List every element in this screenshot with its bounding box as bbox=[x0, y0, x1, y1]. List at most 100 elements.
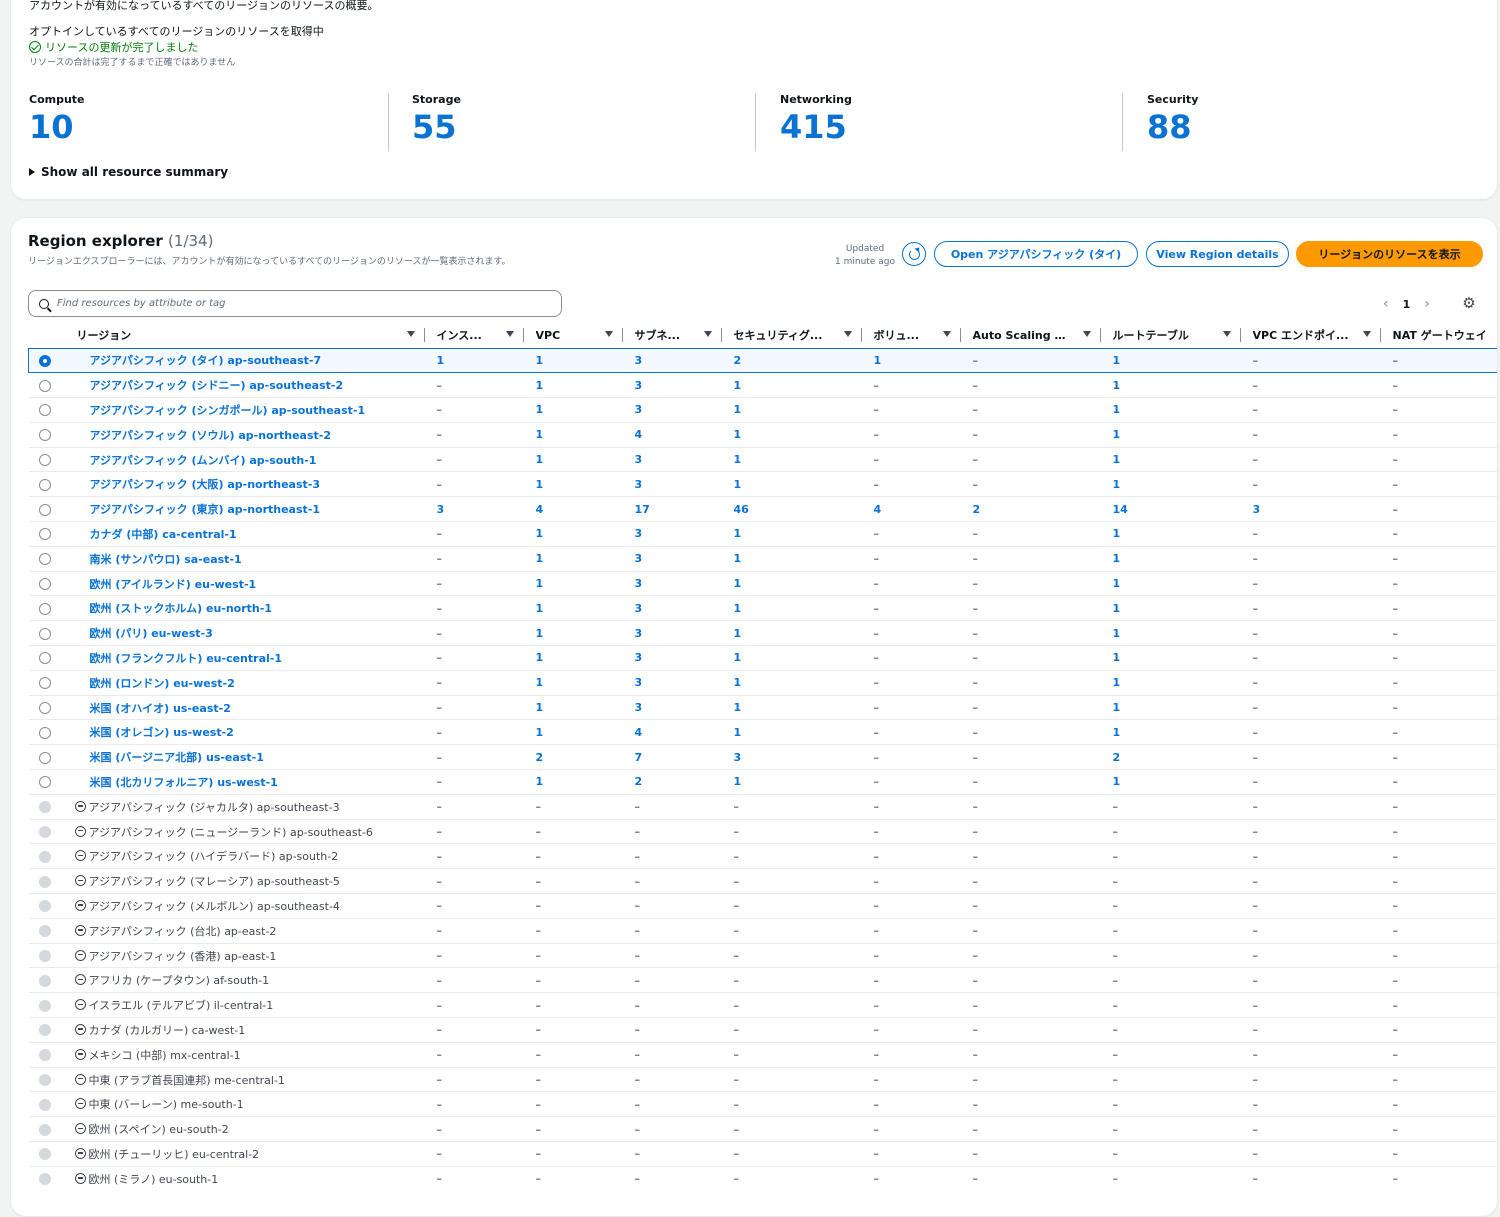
table-row[interactable]: アフリカ (ケープタウン) af-south-1– – – – – – – – – bbox=[28, 967, 1497, 993]
sort-caret-icon[interactable] bbox=[604, 331, 613, 337]
region-name[interactable]: 米国 (北カリフォルニア) us-west-1 bbox=[90, 776, 278, 789]
table-row[interactable]: 欧州 (アイルランド) eu-west-1–1 3 1– –1– – bbox=[28, 570, 1497, 596]
resource-count-cell[interactable]: 17 bbox=[622, 496, 722, 522]
row-radio[interactable] bbox=[38, 503, 51, 516]
search-input[interactable] bbox=[57, 298, 537, 309]
resource-count-cell[interactable]: 1 bbox=[1100, 769, 1241, 795]
table-row[interactable]: アジアパシフィック (ソウル) ap-northeast-2–1 4 1– –1– – bbox=[28, 421, 1497, 448]
table-row[interactable]: 米国 (オレゴン) us-west-2–1 4 1– –1– – bbox=[28, 719, 1497, 745]
resource-count-cell[interactable]: 1 bbox=[1100, 570, 1241, 596]
resource-count-cell[interactable]: 1 bbox=[1100, 446, 1241, 472]
refresh-button[interactable] bbox=[902, 242, 926, 266]
sort-caret-icon[interactable] bbox=[1362, 331, 1371, 337]
region-name[interactable]: 米国 (オハイオ) us-east-2 bbox=[90, 702, 231, 715]
region-name[interactable]: アジアパシフィック (ムンバイ) ap-south-1 bbox=[90, 454, 317, 467]
table-row[interactable]: アジアパシフィック (ニュージーランド) ap-southeast-6– – – – –… bbox=[28, 818, 1497, 844]
sort-caret-icon[interactable] bbox=[1222, 331, 1231, 337]
table-row[interactable]: 欧州 (フランクフルト) eu-central-1–1 3 1– –1– – bbox=[28, 645, 1497, 671]
resource-count-cell[interactable]: 1 bbox=[721, 421, 862, 448]
resource-count-cell[interactable]: 4 bbox=[523, 496, 623, 522]
region-cell[interactable]: 南米 (サンパウロ) sa-east-1 bbox=[60, 545, 425, 572]
table-row[interactable]: 米国 (バージニア北部) us-east-1–2 7 3– –2– – bbox=[28, 744, 1497, 770]
resource-count-cell[interactable]: 1 bbox=[1100, 397, 1241, 423]
table-row[interactable]: 中東 (アラブ首長国連邦) me-central-1– – – – – – – – – bbox=[28, 1066, 1497, 1092]
table-row[interactable]: 欧州 (ストックホルム) eu-north-1–1 3 1– –1– – bbox=[28, 595, 1497, 621]
region-name[interactable]: アジアパシフィック (東京) ap-northeast-1 bbox=[90, 503, 321, 516]
region-cell[interactable]: アジアパシフィック (ソウル) ap-northeast-2 bbox=[60, 421, 425, 448]
resource-count-cell[interactable]: 2 bbox=[960, 496, 1101, 522]
region-cell[interactable]: 欧州 (パリ) eu-west-3 bbox=[60, 620, 425, 646]
row-radio[interactable] bbox=[38, 578, 51, 591]
region-cell[interactable]: 米国 (バージニア北部) us-east-1 bbox=[60, 744, 425, 770]
row-radio[interactable] bbox=[38, 776, 51, 789]
table-row[interactable]: 米国 (オハイオ) us-east-2–1 3 1– –1– – bbox=[28, 694, 1497, 720]
region-name[interactable]: 欧州 (ストックホルム) eu-north-1 bbox=[90, 602, 272, 615]
region-cell[interactable]: 欧州 (フランクフルト) eu-central-1 bbox=[60, 645, 425, 671]
table-row[interactable]: アジアパシフィック (タイ) ap-southeast-7 1 1 3 2 1–1– – bbox=[28, 347, 1497, 374]
row-radio[interactable] bbox=[38, 602, 51, 615]
region-cell[interactable]: 米国 (北カリフォルニア) us-west-1 bbox=[60, 769, 425, 795]
resource-count-cell[interactable]: 1 bbox=[523, 669, 623, 696]
row-radio[interactable] bbox=[38, 627, 51, 640]
resource-count-cell[interactable]: 3 bbox=[622, 669, 722, 696]
resource-count-cell[interactable]: 1 bbox=[861, 347, 961, 374]
resource-count-cell[interactable]: 3 bbox=[622, 694, 722, 720]
column-header[interactable]: リージョン bbox=[61, 322, 425, 348]
resource-count-cell[interactable]: 1 bbox=[1100, 645, 1241, 671]
resource-count-cell[interactable]: 1 bbox=[523, 719, 623, 745]
resource-count-cell[interactable]: 3 bbox=[424, 496, 524, 522]
region-cell[interactable]: アジアパシフィック (大阪) ap-northeast-3 bbox=[60, 471, 425, 497]
region-cell[interactable]: 欧州 (ストックホルム) eu-north-1 bbox=[60, 595, 425, 621]
resource-count-cell[interactable]: 1 bbox=[721, 446, 862, 472]
resource-count-cell[interactable]: 1 bbox=[1100, 347, 1241, 374]
resource-count-cell[interactable]: 3 bbox=[622, 347, 722, 374]
resource-count-cell[interactable]: 1 bbox=[721, 570, 862, 596]
resource-count-cell[interactable]: 3 bbox=[622, 620, 722, 646]
resource-count-cell[interactable]: 1 bbox=[1100, 545, 1241, 572]
resource-count-cell[interactable]: 7 bbox=[622, 744, 722, 770]
page-number[interactable]: 1 bbox=[1403, 298, 1411, 311]
region-cell[interactable]: アジアパシフィック (ムンバイ) ap-south-1 bbox=[60, 446, 425, 472]
resource-count-cell[interactable]: 1 bbox=[523, 347, 623, 374]
resource-count-cell[interactable]: 1 bbox=[523, 545, 623, 572]
region-name[interactable]: アジアパシフィック (タイ) ap-southeast-7 bbox=[90, 354, 322, 367]
region-name[interactable]: 米国 (バージニア北部) us-east-1 bbox=[90, 751, 264, 764]
table-row[interactable]: 中東 (バーレーン) me-south-1– – – – – – – – – bbox=[28, 1091, 1497, 1117]
table-row[interactable]: 欧州 (ミラノ) eu-south-1– – – – – – – – – bbox=[28, 1165, 1497, 1192]
resource-count-cell[interactable]: 3 bbox=[622, 570, 722, 596]
resource-count-cell[interactable]: 4 bbox=[861, 496, 961, 522]
table-row[interactable]: イスラエル (テルアビブ) il-central-1– – – – – – – – – bbox=[28, 992, 1497, 1018]
column-header[interactable]: サブネ... bbox=[623, 322, 722, 348]
column-header[interactable]: セキュリティグ... bbox=[722, 322, 862, 348]
region-cell[interactable]: アジアパシフィック (東京) ap-northeast-1 bbox=[60, 496, 425, 522]
resource-count-cell[interactable]: 1 bbox=[1100, 372, 1241, 398]
resource-count-cell[interactable]: 1 bbox=[523, 521, 623, 547]
table-row[interactable]: アジアパシフィック (大阪) ap-northeast-3–1 3 1– –1– – bbox=[28, 471, 1497, 497]
table-row[interactable]: アジアパシフィック (ジャカルタ) ap-southeast-3– – – – – – – –… bbox=[28, 793, 1497, 820]
resource-count-cell[interactable]: 1 bbox=[523, 694, 623, 720]
sort-caret-icon[interactable] bbox=[505, 331, 514, 337]
region-name[interactable]: アジアパシフィック (シンガポール) ap-southeast-1 bbox=[90, 404, 366, 417]
resource-count-cell[interactable]: 1 bbox=[721, 719, 862, 745]
metric-value[interactable]: 88 bbox=[1147, 108, 1198, 146]
gear-icon[interactable]: ⚙ bbox=[1461, 294, 1477, 312]
table-row[interactable]: カナダ (中部) ca-central-1–1 3 1– –1– – bbox=[28, 521, 1497, 547]
resource-count-cell[interactable]: 1 bbox=[523, 570, 623, 596]
table-row[interactable]: アジアパシフィック (東京) ap-northeast-1 3 4 17 46 4 2 14 3… bbox=[28, 496, 1497, 522]
view-region-resources-button[interactable]: リージョンのリソースを表示 bbox=[1296, 241, 1483, 267]
resource-count-cell[interactable]: 2 bbox=[1100, 744, 1241, 770]
table-row[interactable]: メキシコ (中部) mx-central-1– – – – – – – – – bbox=[28, 1041, 1497, 1068]
table-row[interactable]: アジアパシフィック (シンガポール) ap-southeast-1–1 3 1– –1… bbox=[28, 397, 1497, 423]
resource-count-cell[interactable]: 3 bbox=[622, 545, 722, 572]
row-radio[interactable] bbox=[38, 354, 51, 367]
chevron-left-icon[interactable]: ‹ bbox=[1383, 296, 1389, 312]
resource-count-cell[interactable]: 4 bbox=[622, 421, 722, 448]
row-radio[interactable] bbox=[38, 478, 51, 491]
metric-value[interactable]: 10 bbox=[29, 108, 85, 146]
sort-caret-icon[interactable] bbox=[406, 331, 415, 337]
sort-caret-icon[interactable] bbox=[942, 331, 951, 337]
metric-value[interactable]: 415 bbox=[780, 108, 852, 146]
row-radio[interactable] bbox=[38, 404, 51, 417]
resource-count-cell[interactable]: 3 bbox=[721, 744, 862, 770]
resource-count-cell[interactable]: 3 bbox=[622, 471, 722, 497]
